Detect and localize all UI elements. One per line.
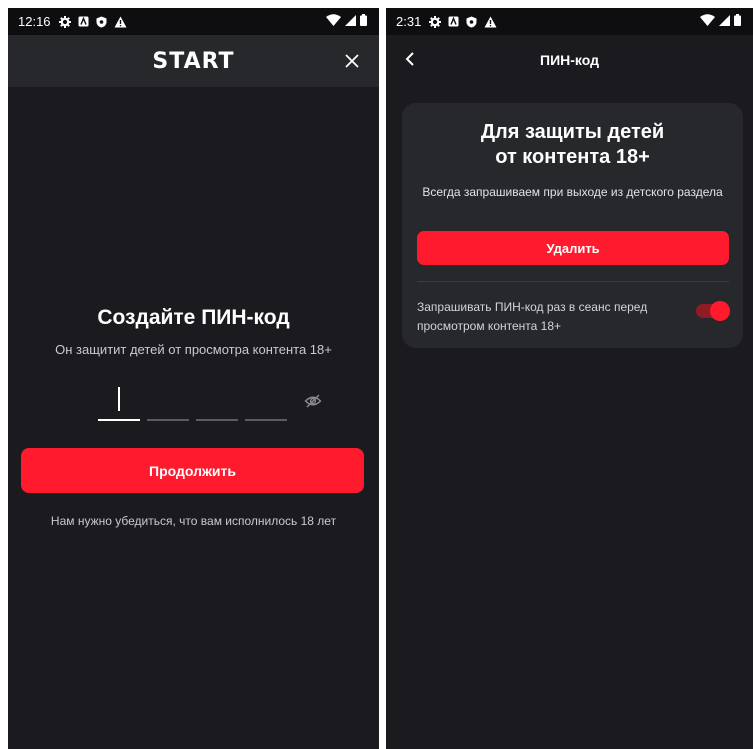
battery-icon (360, 14, 367, 29)
right-screen: 2:31 ПИН-код Для защиты детей от контент… (386, 8, 753, 749)
age-note: Нам нужно убедиться, что вам исполнилось… (50, 514, 337, 528)
pin-digit-3[interactable] (196, 419, 238, 421)
signal-icon (719, 14, 730, 29)
top-bar: START (8, 35, 379, 87)
page-title: Создайте ПИН-код (97, 306, 290, 329)
eye-off-icon (304, 394, 322, 408)
close-button[interactable] (339, 48, 365, 74)
pin-digit-2[interactable] (147, 419, 189, 421)
start-logo: START (152, 48, 235, 74)
warning-icon (114, 16, 127, 28)
a-box-icon (78, 16, 89, 27)
toggle-knob[interactable] (710, 301, 730, 321)
a-box-icon (448, 16, 459, 27)
battery-icon (734, 14, 741, 29)
card-title: Для защиты детей от контента 18+ (402, 120, 743, 170)
card-title-line-1: Для защиты детей (480, 121, 665, 143)
wifi-icon (700, 14, 715, 29)
signal-icon (345, 14, 356, 29)
toggle-label: Запрашивать ПИН-код раз в сеанс перед пр… (417, 300, 648, 333)
status-time: 2:31 (396, 14, 422, 29)
wifi-icon (326, 14, 341, 29)
left-screen: 12:16 START Создайте ПИН-код Он защитит … (8, 8, 379, 749)
pin-input[interactable] (98, 384, 298, 424)
pin-digit-1[interactable] (98, 419, 140, 421)
screen-title: ПИН-код (540, 52, 599, 68)
settings-icon (429, 15, 442, 28)
toggle-visibility-button[interactable] (304, 392, 322, 410)
back-button[interactable] (400, 49, 420, 69)
screen-header: ПИН-код (386, 35, 753, 85)
back-arrow-icon (405, 52, 414, 66)
continue-button[interactable]: Продолжить (21, 448, 364, 493)
page-subtitle: Он защитит детей от просмотра контента 1… (55, 342, 332, 357)
pin-settings-card: Для защиты детей от контента 18+ Всегда … (402, 103, 743, 348)
shield-icon (96, 16, 107, 28)
delete-button[interactable]: Удалить (417, 231, 729, 265)
settings-icon (58, 15, 71, 28)
shield-icon (466, 16, 477, 28)
card-title-line-2: от контента 18+ (495, 146, 650, 168)
close-icon (345, 54, 359, 68)
status-bar: 12:16 (8, 8, 379, 35)
text-cursor (118, 387, 120, 411)
status-bar: 2:31 (386, 8, 753, 35)
card-description: Всегда запрашиваем при выходе из детског… (422, 185, 723, 199)
pin-digit-4[interactable] (245, 419, 287, 421)
status-time: 12:16 (18, 14, 51, 29)
warning-icon (484, 16, 497, 28)
session-pin-toggle[interactable] (696, 301, 730, 321)
divider (417, 281, 729, 282)
